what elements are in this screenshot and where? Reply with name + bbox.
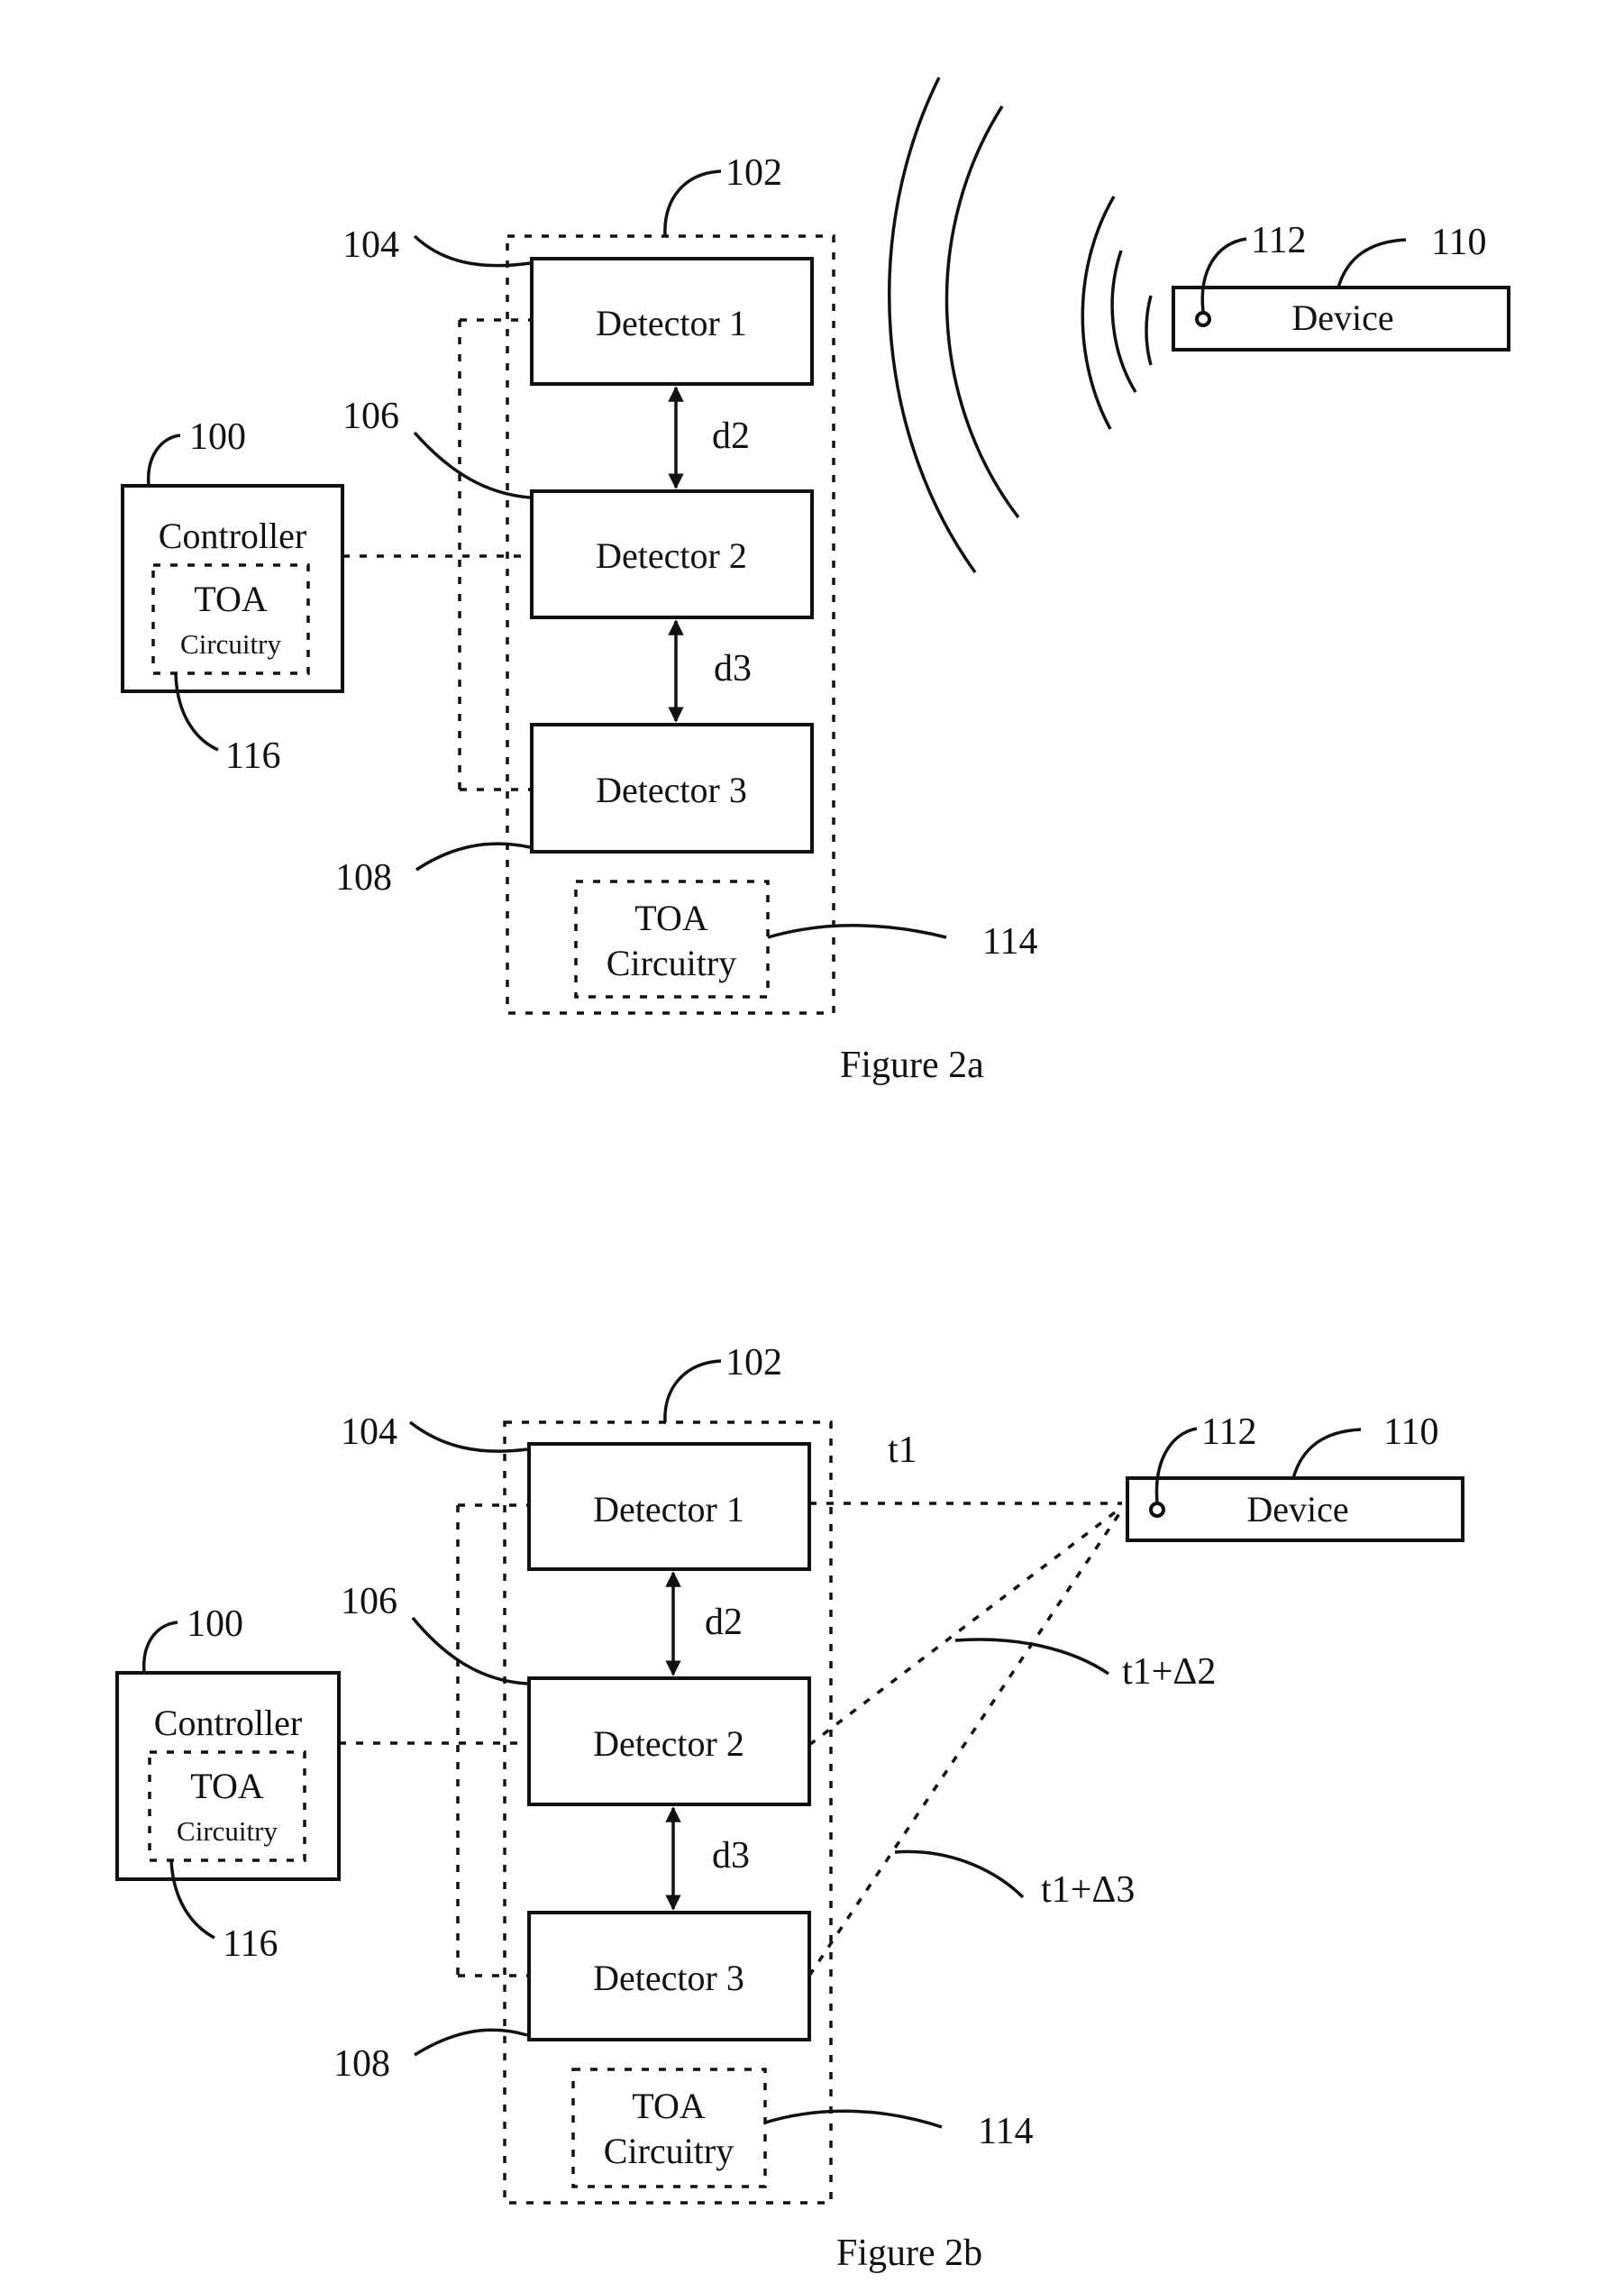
toa-label: TOA xyxy=(632,2086,706,2126)
device: Device xyxy=(1126,1476,1464,1542)
leader-t1-delta2 xyxy=(954,1638,1109,1676)
detector-3-label: Detector 3 xyxy=(596,770,747,810)
controller: Controller TOA Circuitry xyxy=(115,1671,341,1881)
controller: Controller TOA Circuitry xyxy=(121,484,344,693)
ref-112: 112 xyxy=(1251,220,1306,261)
circuitry-label: Circuitry xyxy=(607,943,736,983)
ref-102: 102 xyxy=(725,152,782,194)
leader-106 xyxy=(411,1616,528,1685)
distance-d2-label: d2 xyxy=(712,416,750,457)
detector-1-label: Detector 1 xyxy=(596,303,747,343)
leader-104 xyxy=(413,234,531,268)
wave-5 xyxy=(887,77,977,574)
controller-toa-label: TOA xyxy=(194,579,268,619)
ref-116: 116 xyxy=(225,735,280,777)
controller-label: Controller xyxy=(159,516,306,556)
signal-waves xyxy=(887,77,1153,574)
wave-1 xyxy=(1145,295,1153,366)
ref-110: 110 xyxy=(1431,222,1486,263)
leader-116 xyxy=(174,672,219,752)
leader-100 xyxy=(141,1621,178,1674)
signal-path-t1-delta2 xyxy=(807,1505,1124,1747)
toa-circuitry-114: TOA Circuitry xyxy=(574,880,770,999)
figure-2b-caption: Figure 2b xyxy=(836,2233,982,2274)
device-label: Device xyxy=(1291,297,1393,338)
ref-110: 110 xyxy=(1383,1411,1438,1453)
distance-d3-label: d3 xyxy=(712,1835,750,1877)
ref-102: 102 xyxy=(725,1342,782,1383)
detector-3: Detector 3 xyxy=(530,723,814,854)
figure-2a: 102 Detector 1 104 Detector 2 106 Detect… xyxy=(121,77,1510,1086)
leader-114 xyxy=(767,924,947,939)
circuitry-label: Circuitry xyxy=(604,2131,734,2171)
ref-116: 116 xyxy=(223,1923,278,1965)
ref-106: 106 xyxy=(342,396,399,437)
ref-104: 104 xyxy=(341,1411,397,1453)
leader-106 xyxy=(413,431,531,499)
leader-108 xyxy=(415,842,531,872)
wave-3 xyxy=(1081,196,1116,430)
leader-112 xyxy=(1154,1427,1198,1503)
wave-4 xyxy=(944,105,1020,519)
leader-102 xyxy=(663,169,722,237)
ref-100: 100 xyxy=(189,416,246,458)
ref-114: 114 xyxy=(978,2111,1033,2152)
controller-circuitry-label: Circuitry xyxy=(180,628,281,660)
emitter-icon xyxy=(1195,311,1211,327)
leader-114 xyxy=(764,2109,943,2129)
ref-100: 100 xyxy=(187,1603,243,1645)
detector-3-label: Detector 3 xyxy=(593,1958,744,1998)
wave-2 xyxy=(1110,250,1137,393)
controller-label: Controller xyxy=(154,1703,302,1743)
toa-label: TOA xyxy=(634,898,708,938)
leader-110 xyxy=(1291,1428,1362,1479)
leader-100 xyxy=(146,434,181,487)
leader-102 xyxy=(663,1359,722,1423)
detector-2-label: Detector 2 xyxy=(596,535,747,576)
distance-d3-label: d3 xyxy=(714,648,752,689)
leader-t1-delta3 xyxy=(894,1849,1025,1899)
detector-system-boundary xyxy=(506,234,835,1015)
leader-112 xyxy=(1200,237,1247,313)
arrival-time-t1: t1 xyxy=(888,1429,917,1471)
patent-drawing: 102 Detector 1 104 Detector 2 106 Detect… xyxy=(115,77,1510,2274)
arrival-time-t1-delta3: t1+Δ3 xyxy=(1041,1869,1135,1911)
detector-2: Detector 2 xyxy=(527,1676,811,1806)
leader-104 xyxy=(408,1420,528,1453)
device-label: Device xyxy=(1246,1489,1348,1530)
ref-106: 106 xyxy=(341,1581,397,1622)
arrival-time-t1-delta2: t1+Δ2 xyxy=(1122,1651,1216,1693)
leader-110 xyxy=(1337,238,1407,288)
toa-circuitry-114: TOA Circuitry xyxy=(571,2068,767,2188)
figure-2a-caption: Figure 2a xyxy=(840,1045,984,1086)
detector-1: Detector 1 xyxy=(530,257,814,386)
distance-d2-label: d2 xyxy=(705,1602,743,1643)
leader-116 xyxy=(169,1859,215,1940)
controller-circuitry-label: Circuitry xyxy=(177,1815,278,1847)
detector-1-label: Detector 1 xyxy=(593,1489,744,1530)
controller-toa-label: TOA xyxy=(190,1766,264,1806)
leader-108 xyxy=(414,2028,528,2057)
detector-2-label: Detector 2 xyxy=(593,1723,744,1764)
detector-2: Detector 2 xyxy=(530,489,814,619)
ref-108: 108 xyxy=(333,2043,390,2085)
ref-108: 108 xyxy=(335,857,392,899)
ref-114: 114 xyxy=(982,921,1037,963)
figure-2b: 102 Detector 1 104 Detector 2 106 Detect… xyxy=(115,1342,1464,2274)
ref-104: 104 xyxy=(342,224,399,266)
emitter-icon xyxy=(1149,1502,1165,1518)
detector-1: Detector 1 xyxy=(527,1442,811,1571)
detector-3: Detector 3 xyxy=(527,1911,811,2041)
device: Device xyxy=(1172,286,1510,352)
ref-112: 112 xyxy=(1201,1411,1256,1453)
